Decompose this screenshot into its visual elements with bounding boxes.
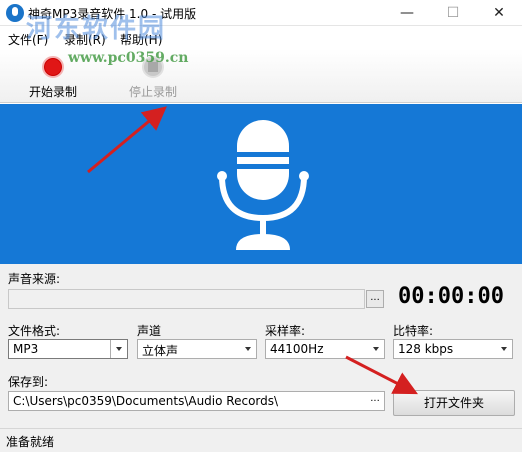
watermark-url: www.pc0359.cn	[68, 50, 189, 66]
chevron-down-icon	[116, 347, 122, 351]
chevron-down-icon	[245, 347, 251, 351]
format-value: MP3	[13, 342, 39, 356]
saveto-browse-button[interactable]: ...	[366, 392, 384, 410]
source-field[interactable]	[8, 289, 365, 309]
bitrate-select[interactable]: 128 kbps	[393, 339, 513, 359]
format-label: 文件格式:	[8, 324, 61, 338]
samplerate-value: 44100Hz	[270, 342, 324, 356]
saveto-field[interactable]: C:\Users\pc0359\Documents\Audio Records\	[8, 391, 385, 411]
open-folder-button[interactable]: 打开文件夹	[393, 390, 515, 416]
status-bar: 准备就绪	[0, 428, 522, 452]
bitrate-label: 比特率:	[393, 324, 434, 338]
microphone-icon	[217, 120, 309, 250]
stop-record-label: 停止录制	[128, 85, 177, 99]
samplerate-select[interactable]: 44100Hz	[265, 339, 385, 359]
source-label: 声音来源:	[8, 272, 61, 286]
app-icon	[6, 4, 24, 22]
saveto-label: 保存到:	[8, 375, 49, 389]
microphone-banner	[0, 104, 522, 264]
status-text: 准备就绪	[6, 435, 55, 449]
watermark-logo: 河东软件园	[26, 14, 167, 44]
record-timer: 00:00:00	[398, 284, 504, 309]
chevron-down-icon	[373, 347, 379, 351]
channel-value: 立体声	[142, 344, 179, 358]
channel-label: 声道	[137, 324, 162, 338]
bitrate-value: 128 kbps	[398, 342, 454, 356]
maximize-button[interactable]: ☐	[430, 0, 476, 26]
minimize-button[interactable]: —	[384, 0, 430, 26]
chevron-down-icon	[501, 347, 507, 351]
start-record-label: 开始录制	[28, 85, 77, 99]
channel-select[interactable]: 立体声	[137, 339, 257, 359]
format-select[interactable]: MP3	[8, 339, 128, 359]
record-icon	[42, 56, 64, 78]
source-browse-button[interactable]: ...	[366, 290, 384, 308]
close-button[interactable]: ✕	[476, 0, 522, 26]
settings-panel: 声音来源: ... 00:00:00 文件格式: MP3 声道 立体声 采样率:…	[0, 264, 522, 428]
samplerate-label: 采样率:	[265, 324, 306, 338]
